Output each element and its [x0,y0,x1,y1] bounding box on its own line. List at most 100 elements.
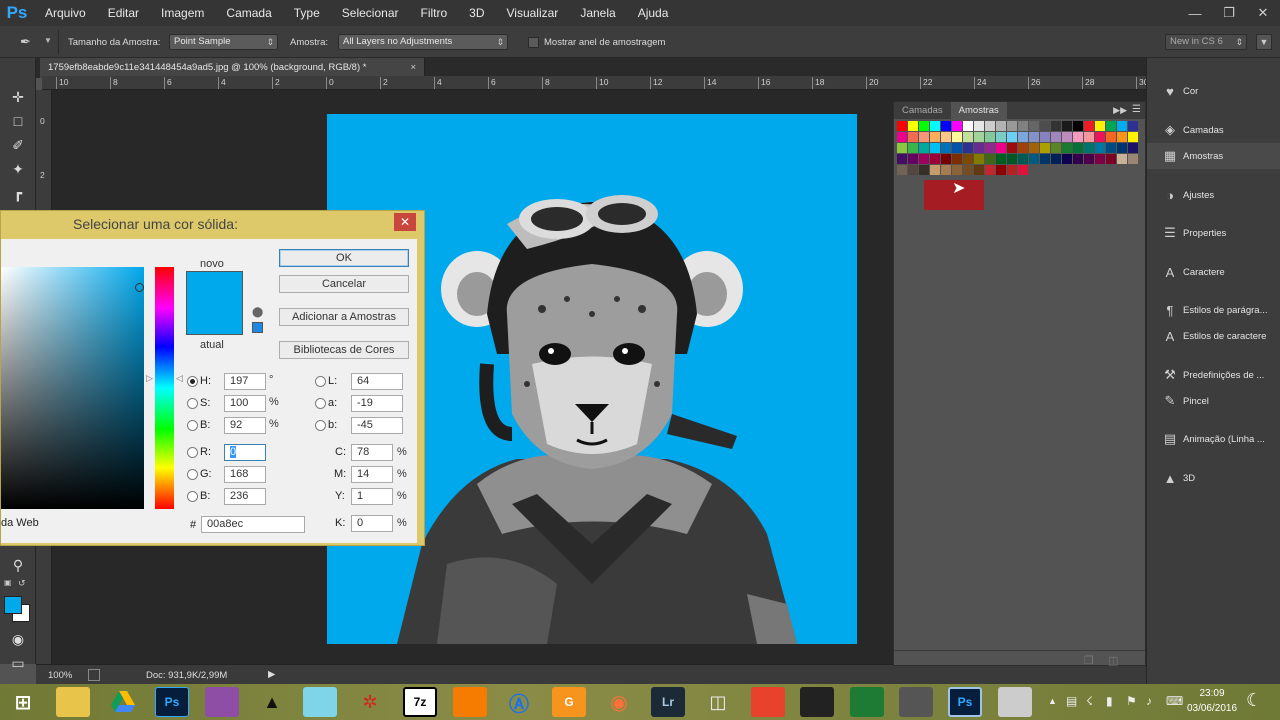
dock-item-brush[interactable]: ✎ Pincel [1147,388,1280,414]
presentation-icon[interactable] [751,687,785,717]
quick-mask-icon[interactable]: ◉ [6,628,30,650]
swatch[interactable] [919,121,929,131]
dock-item-timeline[interactable]: ▤ Animação (Linha ... [1147,426,1280,452]
swatch[interactable] [941,143,951,153]
swatch[interactable] [1062,132,1072,142]
swatch[interactable] [1095,121,1105,131]
swatch[interactable] [1106,132,1116,142]
foreground-color-swatch[interactable] [4,596,22,614]
swatch[interactable] [952,121,962,131]
menu-item-janela[interactable]: Janela [569,0,626,26]
saturation-input[interactable]: 100 [224,395,266,412]
swatch[interactable] [974,154,984,164]
tray-keyboard-icon[interactable]: ⌨ [1166,694,1183,708]
swatch[interactable] [1084,121,1094,131]
swatch[interactable] [1018,143,1028,153]
menu-item-3d[interactable]: 3D [458,0,495,26]
swatch[interactable] [1128,143,1138,153]
tray-date[interactable]: 03/06/2016 [1182,703,1242,714]
swatch[interactable] [963,143,973,153]
swatch[interactable] [952,154,962,164]
firefox-icon[interactable]: ◉ [602,687,636,717]
swatch[interactable] [897,165,907,175]
menu-item-ajuda[interactable]: Ajuda [627,0,680,26]
notepad-icon[interactable] [303,687,337,717]
swatch[interactable] [1106,143,1116,153]
green-radio[interactable] [187,469,198,480]
swatch[interactable] [1007,121,1017,131]
paint-icon[interactable]: G [552,687,586,717]
export-icon[interactable] [88,669,100,681]
swatch[interactable] [996,165,1006,175]
web-safe-color-icon[interactable] [252,322,263,333]
dock-item-layers[interactable]: ◈ Camadas [1147,117,1280,143]
tray-time[interactable]: 23:09 [1182,688,1242,699]
swatch[interactable] [1117,154,1127,164]
swatch[interactable] [996,154,1006,164]
add-to-swatches-button[interactable]: Adicionar a Amostras [279,308,409,326]
swatch[interactable] [930,121,940,131]
close-tab-icon[interactable]: × [410,58,416,78]
green-input[interactable]: 168 [224,466,266,483]
swatch[interactable] [1040,154,1050,164]
zoom-tool-icon[interactable]: ⚲ [6,554,30,576]
lasso-tool-icon[interactable]: ✐ [6,134,30,156]
swatch[interactable] [919,154,929,164]
cancel-button[interactable]: Cancelar [279,275,409,293]
swatch[interactable] [963,121,973,131]
7zip-icon[interactable]: 7z [403,687,437,717]
swatch[interactable] [1117,143,1127,153]
swatch[interactable] [963,154,973,164]
dock-item-properties[interactable]: ☰ Properties [1147,220,1280,246]
eyedropper-icon[interactable]: ✒ [20,34,31,50]
swatch[interactable] [930,143,940,153]
swatch[interactable] [1073,121,1083,131]
zoom-level[interactable]: 100% [48,670,72,681]
tab-swatches[interactable]: Amostras [950,102,1007,119]
swatch[interactable] [1117,121,1127,131]
close-icon[interactable]: ✕ [1246,0,1280,26]
dock-item-tool-presets[interactable]: ⚒ Predefinições de ... [1147,362,1280,388]
swatch[interactable] [1084,154,1094,164]
swatch[interactable] [996,121,1006,131]
windows-start-icon[interactable]: ⊞ [6,687,40,717]
black-input[interactable]: 0 [351,515,393,532]
lab-a-input[interactable]: -19 [351,395,403,412]
swatch[interactable] [1128,154,1138,164]
minimize-icon[interactable]: — [1178,0,1212,26]
swatch[interactable] [897,121,907,131]
swatch[interactable] [1051,143,1061,153]
swatch[interactable] [908,165,918,175]
chevron-down-icon[interactable]: ▼ [44,36,52,45]
lab-b-radio[interactable] [315,420,326,431]
swatch[interactable] [1073,154,1083,164]
menu-item-editar[interactable]: Editar [97,0,150,26]
swatch[interactable] [919,143,929,153]
menu-item-imagem[interactable]: Imagem [150,0,215,26]
swatch[interactable] [1062,143,1072,153]
tray-usb-icon[interactable]: ☇ [1086,694,1093,708]
swatch[interactable] [1018,154,1028,164]
swatch[interactable] [985,121,995,131]
swatch[interactable] [1029,154,1039,164]
swatch[interactable] [908,143,918,153]
swatch[interactable] [974,132,984,142]
hue-radio[interactable] [187,376,198,387]
swatch[interactable] [1084,132,1094,142]
yellow-input[interactable]: 1 [351,488,393,505]
lab-l-input[interactable]: 64 [351,373,403,390]
magic-wand-icon[interactable]: ✦ [6,158,30,180]
calculator-icon[interactable] [850,687,884,717]
tray-flag-icon[interactable]: ⚑ [1126,694,1137,708]
menu-item-type[interactable]: Type [283,0,331,26]
notifications-icon[interactable]: ☾ [1246,690,1262,711]
swap-colors-icon[interactable]: ↺ [18,578,26,589]
blue-input[interactable]: 236 [224,488,266,505]
magenta-input[interactable]: 14 [351,466,393,483]
swatch[interactable] [1018,121,1028,131]
red-input[interactable]: 0 [224,444,266,461]
status-arrow-icon[interactable]: ▶ [268,669,275,680]
menu-item-visualizar[interactable]: Visualizar [496,0,570,26]
swatch[interactable] [1007,132,1017,142]
swatch[interactable] [985,154,995,164]
